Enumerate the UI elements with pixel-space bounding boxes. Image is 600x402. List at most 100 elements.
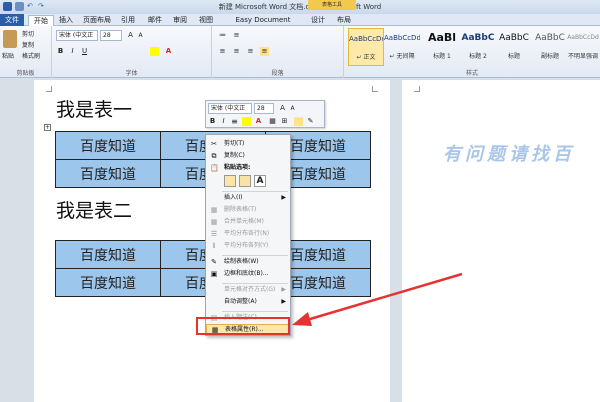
style-heading-1[interactable]: AaBl 标题 1 [424,28,460,66]
tab-references[interactable]: 引用 [120,15,136,26]
tab-file[interactable]: 文件 [0,14,24,26]
annotation-arrow [292,272,463,326]
italic-button[interactable]: I [68,47,77,56]
mini-bold-button[interactable]: B [208,117,217,126]
styles-label: 样式 [465,70,478,77]
mini-highlight-icon[interactable] [242,117,251,126]
bold-button[interactable]: B [56,47,65,56]
font-label: 字体 [125,70,138,77]
mini-shading-icon[interactable] [294,117,303,126]
mini-italic-button[interactable]: I [219,117,228,126]
page-2-watermark-text: 有问题请找百 [443,144,575,165]
styles-group: AaBbCcDd ↵ 正文 AaBbCcDd ↵ 无间隔 AaBl 标题 1 A… [344,26,600,78]
title-bar: ↶ ↷ 新建 Microsoft Word 文档.docx - Microsof… [0,0,600,14]
shrink-font-icon[interactable]: A [136,31,145,40]
style-title[interactable]: AaBbC 标题 [496,28,532,66]
clipboard-group: 粘贴 剪切 复制 格式刷 剪贴板 [0,26,52,78]
tab-review[interactable]: 审阅 [172,15,188,26]
menu-merge-cells[interactable]: ▦ 合并单元格(M) [206,217,290,227]
menu-distribute-rows[interactable]: ☰ 平均分布各行(N) [206,229,290,239]
distribute-rows-icon: ☰ [210,230,218,238]
mini-font-name[interactable]: 宋体 (中文正 [208,103,252,114]
format-painter-button[interactable]: 格式刷 [22,51,40,60]
page-2[interactable] [402,80,600,402]
menu-insert[interactable]: 插入(I) ▶ [206,193,290,203]
align-left-icon[interactable]: ≡ [218,47,227,56]
mini-format-painter-icon[interactable]: ✎ [306,117,315,126]
context-menu: ✂ 剪切(T) ⧉ 复制(C) 📋 粘贴选项: A 插入(I) ▶ ▦ 删除表格(T) ▦… [205,134,291,336]
mini-borders-icon[interactable]: ⊞ [280,117,289,126]
mini-grow-font-icon[interactable]: A [278,104,287,113]
table-tools-label: 表格工具 [308,0,356,10]
menu-paste-options: 📋 粘贴选项: [210,164,251,172]
menu-autofit[interactable]: 自动调整(A) ▶ [206,297,290,307]
table-cell[interactable]: 百度知道 [55,268,161,297]
font-size-box[interactable]: 28 [100,30,122,41]
mini-font-size[interactable]: 28 [254,103,274,114]
heading-table-1: 我是表一 [56,99,133,121]
highlight-icon[interactable] [150,47,159,56]
copy-button[interactable]: 复制 [22,40,34,49]
menu-delete-table[interactable]: ▦ 删除表格(T) [206,205,290,215]
cut-button[interactable]: 剪切 [22,29,34,38]
align-right-icon[interactable]: ≡ [246,47,255,56]
font-color-icon[interactable]: A [164,47,173,56]
paste-text-only-icon[interactable]: A [254,175,266,187]
table-cell[interactable]: 百度知道 [55,131,161,160]
paste-icon[interactable] [3,30,17,48]
mini-font-color-icon[interactable]: A [254,117,263,126]
menu-separator [222,311,288,312]
align-center-icon[interactable]: ≡ [232,47,241,56]
window-title: 新建 Microsoft Word 文档.docx - Microsoft Wo… [218,3,382,11]
menu-separator [222,283,288,284]
tab-home[interactable]: 开始 [28,15,54,26]
margin-mark [46,86,52,92]
tab-easy-document-creator[interactable]: Easy Document Creator [226,15,300,35]
style-subtitle[interactable]: AaBbC 副标题 [532,28,568,66]
menu-draw-table[interactable]: ✎ 绘制表格(W) [206,257,290,267]
menu-cell-alignment[interactable]: 单元格对齐方式(G) ▶ [206,285,290,295]
tab-mailings[interactable]: 邮件 [147,15,163,26]
font-name-box[interactable]: 宋体 (中文正 [56,30,98,41]
menu-cut[interactable]: ✂ 剪切(T) [206,139,290,149]
style-heading-2[interactable]: AaBbC 标题 2 [460,28,496,66]
mini-shrink-font-icon[interactable]: A [288,104,297,113]
mini-toolbar: 宋体 (中文正 28 A A B I ≡ A ▦ ⊞ ✎ [205,100,325,128]
table-move-handle[interactable]: + [44,124,51,131]
clipboard-label: 剪贴板 [16,70,35,77]
mini-table-icon[interactable]: ▦ [268,117,277,126]
margin-mark [372,86,378,92]
borders-icon: ▣ [210,270,218,278]
paste-keep-formatting-icon[interactable] [224,175,236,187]
tab-design[interactable]: 设计 [310,15,326,26]
merge-cells-icon: ▦ [210,218,218,226]
margin-mark [414,86,420,92]
ribbon-tabs: 文件 开始 插入 页面布局 引用 邮件 审阅 视图 Easy Document … [0,14,600,35]
tab-layout[interactable]: 布局 [336,15,352,26]
underline-button[interactable]: U [80,47,89,56]
table-cell[interactable]: 百度知道 [55,240,161,269]
style-subtle-emphasis[interactable]: AaBbCcDd 不明显强调 [566,28,600,66]
style-no-spacing[interactable]: AaBbCcDd ↵ 无间隔 [384,28,420,66]
scissors-icon: ✂ [211,140,217,148]
mini-align-center-icon[interactable]: ≡ [230,117,239,126]
menu-copy[interactable]: ⧉ 复制(C) [206,151,290,161]
pencil-icon: ✎ [211,258,217,266]
table-cell[interactable]: 百度知道 [55,159,161,188]
tab-view[interactable]: 视图 [198,15,214,26]
grow-font-icon[interactable]: A [126,31,135,40]
menu-distribute-columns[interactable]: ⫴ 平均分布各列(Y) [206,241,290,251]
bullets-icon[interactable]: ≔ [218,31,227,40]
numbering-icon[interactable]: ≡ [232,31,241,40]
justify-icon[interactable]: ≡ [260,47,269,56]
paragraph-label: 段落 [271,70,284,77]
highlight-box [196,317,290,335]
tab-page-layout[interactable]: 页面布局 [82,15,112,26]
menu-borders-shading[interactable]: ▣ 边框和底纹(B)... [206,269,290,279]
tab-insert[interactable]: 插入 [58,15,74,26]
paste-merge-formatting-icon[interactable] [239,175,251,187]
style-normal[interactable]: AaBbCcDd ↵ 正文 [348,28,384,66]
paste-icon: 📋 [210,164,219,172]
paste-button[interactable]: 粘贴 [2,51,14,60]
delete-table-icon: ▦ [210,206,218,214]
